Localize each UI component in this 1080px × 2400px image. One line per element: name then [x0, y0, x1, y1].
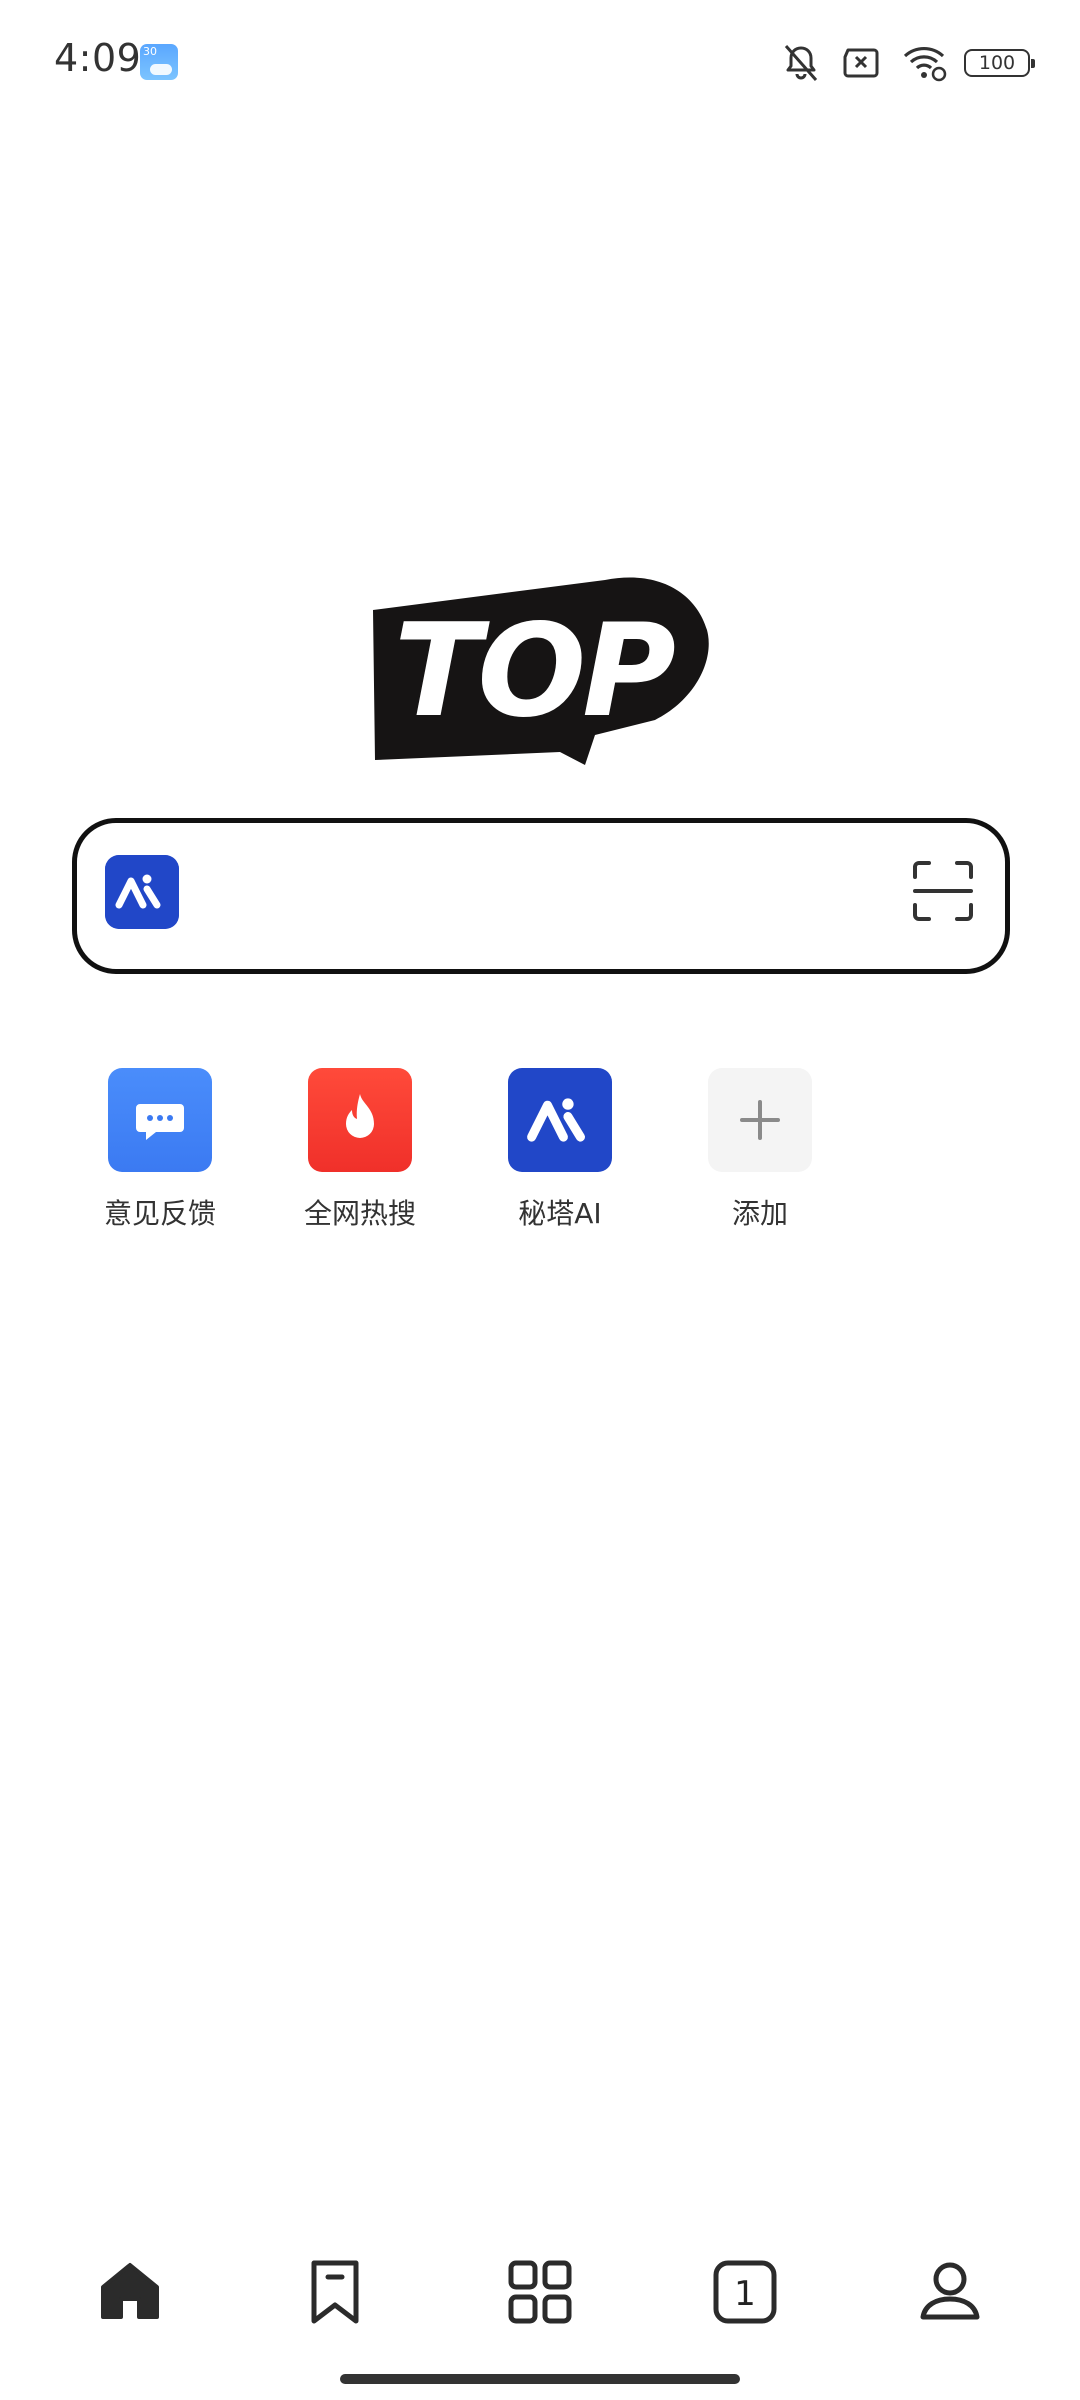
wifi-icon: [903, 46, 947, 82]
plus-icon[interactable]: [708, 1068, 812, 1172]
nav-tabs[interactable]: 1: [703, 2250, 787, 2334]
battery-icon: 100: [964, 49, 1035, 77]
logo-text: TOP: [394, 597, 675, 746]
profile-icon: [920, 2262, 980, 2320]
nav-bookmarks[interactable]: [293, 2250, 377, 2334]
shortcut-label: 全网热搜: [303, 1197, 416, 1230]
sim-off-icon: [843, 48, 879, 78]
home-indicator[interactable]: [340, 2374, 740, 2384]
search-bar[interactable]: [72, 818, 1010, 974]
weather-icon: 30: [140, 44, 178, 80]
metaso-ai-logo-icon[interactable]: [105, 855, 179, 929]
metaso-ai-logo-icon[interactable]: [508, 1068, 612, 1172]
search-input[interactable]: [207, 853, 857, 939]
nav-profile[interactable]: [908, 2250, 992, 2334]
chat-bubble-icon[interactable]: [108, 1068, 212, 1172]
shortcut-grid: 意见反馈 全网热搜 秘塔AI 添加: [60, 1068, 860, 1232]
top-logo: TOP: [373, 577, 709, 765]
nav-apps[interactable]: [498, 2250, 582, 2334]
shortcut-feedback[interactable]: 意见反馈: [60, 1068, 260, 1232]
home-icon: [101, 2263, 159, 2319]
bottom-nav: 1: [0, 2240, 1080, 2340]
tabs-icon: 1: [713, 2260, 777, 2324]
nav-home[interactable]: [88, 2250, 172, 2334]
browser-home-screen: 4:09 30 100 TOP 意见反馈 全网热搜 秘塔AI 添加 1: [0, 0, 1080, 2400]
shortcut-hot-search[interactable]: 全网热搜: [260, 1068, 460, 1232]
status-bar: 4:09 30 100: [0, 0, 1080, 124]
flame-icon[interactable]: [308, 1068, 412, 1172]
bookmark-icon: [311, 2260, 359, 2324]
weather-temp: 30: [143, 45, 157, 58]
status-time: 4:09: [54, 36, 142, 80]
apps-grid-icon: [508, 2260, 572, 2324]
shortcut-label: 添加: [731, 1197, 788, 1230]
shortcut-add[interactable]: 添加: [660, 1068, 860, 1232]
shortcut-metaso-ai[interactable]: 秘塔AI: [460, 1068, 660, 1232]
status-icons: 100: [778, 40, 1035, 86]
shortcut-label: 秘塔AI: [518, 1197, 602, 1230]
bell-muted-icon: [784, 45, 818, 81]
shortcut-label: 意见反馈: [103, 1197, 216, 1230]
tab-count: 1: [734, 2274, 756, 2314]
scan-icon[interactable]: [911, 859, 975, 923]
